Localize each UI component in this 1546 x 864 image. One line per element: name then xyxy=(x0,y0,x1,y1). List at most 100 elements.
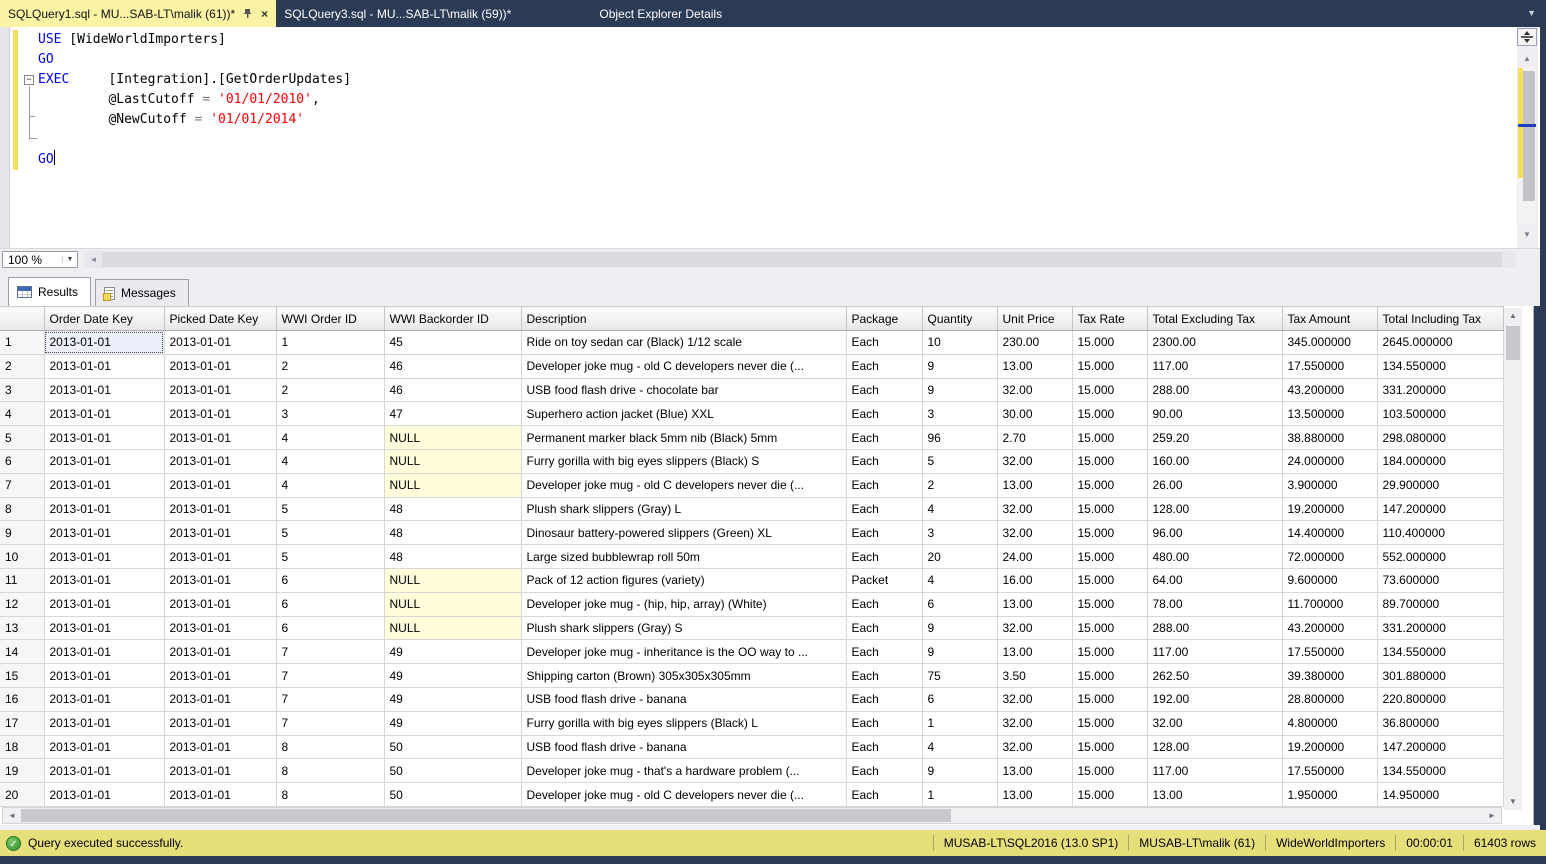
grid-cell[interactable]: Developer joke mug - old C developers ne… xyxy=(521,354,846,378)
grid-cell[interactable]: 4 xyxy=(922,568,997,592)
grid-cell[interactable]: Each xyxy=(846,426,922,450)
column-header-wwi-order-id[interactable]: WWI Order ID xyxy=(276,307,384,331)
grid-cell[interactable]: 43.200000 xyxy=(1282,616,1377,640)
grid-cell[interactable]: 15.000 xyxy=(1072,521,1147,545)
scroll-up-icon[interactable]: ▲ xyxy=(1504,308,1522,324)
grid-cell[interactable]: 2013-01-01 xyxy=(164,426,276,450)
tab-messages[interactable]: Messages xyxy=(95,279,189,306)
grid-cell[interactable]: 13.00 xyxy=(1147,783,1282,807)
grid-cell[interactable]: Each xyxy=(846,331,922,355)
grid-cell[interactable]: 9 xyxy=(922,616,997,640)
grid-cell[interactable]: Pack of 12 action figures (variety) xyxy=(521,568,846,592)
grid-cell[interactable]: 3 xyxy=(276,402,384,426)
row-number[interactable]: 6 xyxy=(0,449,44,473)
tab-results[interactable]: Results xyxy=(8,277,91,306)
grid-cell[interactable]: 15.000 xyxy=(1072,426,1147,450)
tab-sqlquery3[interactable]: SQLQuery3.sql - MU...SAB-LT\malik (59))* xyxy=(276,0,519,27)
grid-cell[interactable]: Each xyxy=(846,759,922,783)
pin-icon[interactable] xyxy=(243,8,253,19)
split-window-handle[interactable] xyxy=(1517,28,1537,46)
grid-cell[interactable]: 15.000 xyxy=(1072,331,1147,355)
grid-cell[interactable]: 1 xyxy=(922,711,997,735)
grid-cell[interactable]: NULL xyxy=(384,449,521,473)
grid-cell[interactable]: 7 xyxy=(276,664,384,688)
code-line[interactable]: @LastCutoff = '01/01/2010', xyxy=(0,90,1500,110)
column-header-quantity[interactable]: Quantity xyxy=(922,307,997,331)
grid-cell[interactable]: USB food flash drive - chocolate bar xyxy=(521,378,846,402)
grid-cell[interactable]: NULL xyxy=(384,592,521,616)
grid-cell[interactable]: 15.000 xyxy=(1072,783,1147,807)
grid-cell[interactable]: 50 xyxy=(384,759,521,783)
grid-cell[interactable]: NULL xyxy=(384,426,521,450)
grid-cell[interactable]: 9.600000 xyxy=(1282,568,1377,592)
grid-cell[interactable]: 480.00 xyxy=(1147,545,1282,569)
grid-cell[interactable]: 262.50 xyxy=(1147,664,1282,688)
grid-cell[interactable]: 49 xyxy=(384,664,521,688)
row-number[interactable]: 10 xyxy=(0,545,44,569)
grid-cell[interactable]: 220.800000 xyxy=(1377,687,1503,711)
grid-cell[interactable]: 2013-01-01 xyxy=(164,354,276,378)
grid-cell[interactable]: Each xyxy=(846,545,922,569)
grid-cell[interactable]: 2013-01-01 xyxy=(44,521,164,545)
grid-cell[interactable]: 20 xyxy=(922,545,997,569)
grid-cell[interactable]: Each xyxy=(846,687,922,711)
grid-cell[interactable]: 288.00 xyxy=(1147,378,1282,402)
grid-cell[interactable]: Developer joke mug - that's a hardware p… xyxy=(521,759,846,783)
grid-cell[interactable]: 38.880000 xyxy=(1282,426,1377,450)
grid-cell[interactable]: 3.900000 xyxy=(1282,473,1377,497)
row-number[interactable]: 7 xyxy=(0,473,44,497)
grid-cell[interactable]: 4 xyxy=(922,735,997,759)
tab-sqlquery1[interactable]: SQLQuery1.sql - MU...SAB-LT\malik (61))*… xyxy=(0,0,276,27)
close-icon[interactable]: × xyxy=(261,7,268,21)
grid-cell[interactable]: 2013-01-01 xyxy=(164,735,276,759)
grid-cell[interactable]: 6 xyxy=(922,687,997,711)
column-header-order-date-key[interactable]: Order Date Key xyxy=(44,307,164,331)
tab-list-dropdown-icon[interactable]: ▼ xyxy=(1527,8,1536,18)
grid-cell[interactable]: Ride on toy sedan car (Black) 1/12 scale xyxy=(521,331,846,355)
grid-cell[interactable]: 2300.00 xyxy=(1147,331,1282,355)
grid-cell[interactable]: 2013-01-01 xyxy=(164,664,276,688)
grid-cell[interactable]: 9 xyxy=(922,378,997,402)
grid-cell[interactable]: 184.000000 xyxy=(1377,449,1503,473)
scroll-thumb[interactable] xyxy=(21,809,951,822)
grid-vertical-scrollbar[interactable]: ▲ ▼ xyxy=(1504,308,1522,810)
grid-cell[interactable]: 2013-01-01 xyxy=(44,378,164,402)
grid-cell[interactable]: Plush shark slippers (Gray) L xyxy=(521,497,846,521)
grid-cell[interactable]: 8 xyxy=(276,759,384,783)
grid-cell[interactable]: 117.00 xyxy=(1147,640,1282,664)
grid-cell[interactable]: 24.000000 xyxy=(1282,449,1377,473)
grid-cell[interactable]: 2013-01-01 xyxy=(164,687,276,711)
grid-cell[interactable]: 32.00 xyxy=(997,521,1072,545)
grid-cell[interactable]: 1.950000 xyxy=(1282,783,1377,807)
code-line[interactable]: USE [WideWorldImporters] xyxy=(0,30,1500,50)
code-line[interactable]: EXEC [Integration].[GetOrderUpdates] xyxy=(0,70,1500,90)
column-header-tax-rate[interactable]: Tax Rate xyxy=(1072,307,1147,331)
grid-cell[interactable]: 28.800000 xyxy=(1282,687,1377,711)
grid-cell[interactable]: Packet xyxy=(846,568,922,592)
grid-cell[interactable]: 15.000 xyxy=(1072,497,1147,521)
grid-cell[interactable]: 4 xyxy=(276,473,384,497)
grid-cell[interactable]: 46 xyxy=(384,378,521,402)
grid-cell[interactable]: Each xyxy=(846,402,922,426)
row-number[interactable]: 16 xyxy=(0,687,44,711)
grid-cell[interactable]: 2013-01-01 xyxy=(164,783,276,807)
grid-cell[interactable]: Superhero action jacket (Blue) XXL xyxy=(521,402,846,426)
grid-cell[interactable]: Each xyxy=(846,521,922,545)
grid-cell[interactable]: 47 xyxy=(384,402,521,426)
grid-cell[interactable]: 2013-01-01 xyxy=(44,592,164,616)
grid-cell[interactable]: 32.00 xyxy=(997,711,1072,735)
grid-cell[interactable]: 50 xyxy=(384,783,521,807)
grid-cell[interactable]: 2 xyxy=(276,354,384,378)
grid-cell[interactable]: 29.900000 xyxy=(1377,473,1503,497)
grid-cell[interactable]: 8 xyxy=(276,783,384,807)
scroll-right-icon[interactable]: ► xyxy=(1485,808,1499,823)
grid-cell[interactable]: 2013-01-01 xyxy=(44,687,164,711)
grid-cell[interactable]: 46 xyxy=(384,354,521,378)
grid-cell[interactable]: 298.080000 xyxy=(1377,426,1503,450)
grid-cell[interactable]: 24.00 xyxy=(997,545,1072,569)
grid-cell[interactable]: 2013-01-01 xyxy=(164,711,276,735)
grid-cell[interactable]: 2013-01-01 xyxy=(164,378,276,402)
grid-cell[interactable]: 15.000 xyxy=(1072,616,1147,640)
grid-cell[interactable]: 15.000 xyxy=(1072,354,1147,378)
grid-cell[interactable]: 4.800000 xyxy=(1282,711,1377,735)
